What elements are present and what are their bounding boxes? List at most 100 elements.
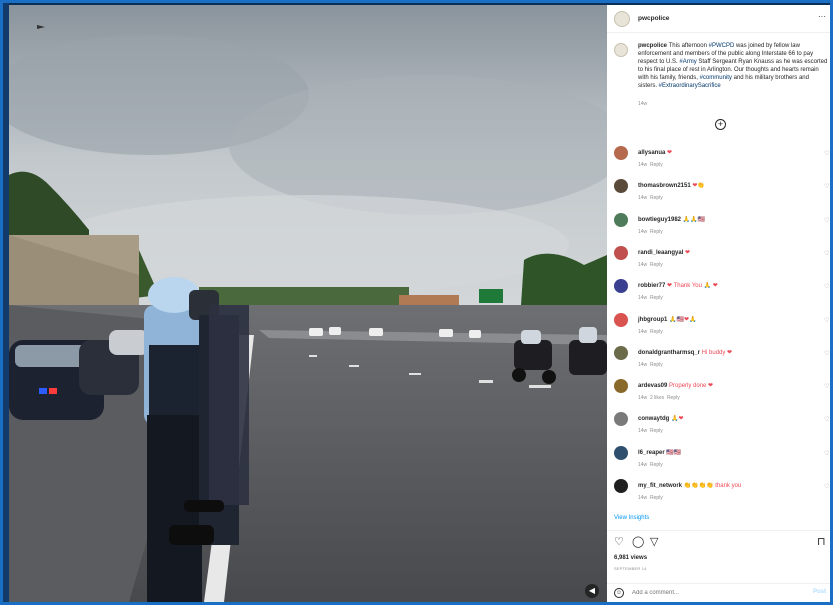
comment-timestamp: 14w: [638, 162, 648, 168]
comment-timestamp: 14w: [638, 395, 648, 402]
reply-button[interactable]: Reply: [650, 162, 663, 168]
caption-avatar[interactable]: [614, 43, 628, 57]
comment-line: donaldgrantharmsq_r Hi buddy ❤: [638, 349, 732, 356]
commenter-username[interactable]: ardevas09: [638, 383, 667, 389]
hashtag-link[interactable]: #PWCPD: [709, 43, 735, 49]
mute-toggle-button[interactable]: ◀: [585, 584, 599, 598]
commenter-username[interactable]: thomasbrown2151: [638, 183, 691, 189]
like-comment-heart-icon[interactable]: ♡: [824, 350, 829, 357]
view-count[interactable]: 6,981 views: [614, 555, 647, 561]
comment-meta: 14w Reply: [638, 195, 663, 201]
reply-button[interactable]: Reply: [667, 395, 680, 401]
profile-avatar[interactable]: [614, 11, 630, 27]
post-comment-button[interactable]: Post: [813, 589, 826, 595]
comment-text: Hi buddy ❤: [700, 349, 733, 356]
comment-meta: 14w Reply: [638, 428, 663, 434]
like-comment-heart-icon[interactable]: ♡: [824, 416, 829, 423]
commenter-avatar[interactable]: [614, 146, 628, 160]
comment-meta: 14w Reply: [638, 229, 663, 235]
commenter-username[interactable]: robbier77: [638, 283, 665, 289]
comment-meta: 14w Reply: [638, 462, 663, 468]
comment-meta: 14w Reply: [638, 495, 663, 501]
comment-line: my_fit_network 👏👏👏👏 thank you: [638, 482, 741, 489]
caption-username[interactable]: pwcpolice: [638, 43, 667, 49]
comment-text: 🇺🇸🇺🇸: [664, 449, 682, 456]
plus-circle-icon[interactable]: +: [715, 119, 726, 130]
reply-button[interactable]: Reply: [650, 229, 663, 235]
commenter-username[interactable]: my_fit_network: [638, 483, 682, 489]
header-username[interactable]: pwcpolice: [638, 15, 669, 22]
commenter-avatar[interactable]: [614, 445, 628, 460]
commenter-username[interactable]: donaldgrantharmsq_r: [638, 350, 700, 356]
reply-button[interactable]: Reply: [650, 195, 663, 201]
bookmark-icon[interactable]: ⊓: [817, 535, 826, 548]
commenter-username[interactable]: jhbgroup1: [638, 317, 667, 323]
like-comment-heart-icon[interactable]: ♡: [824, 217, 829, 224]
post-video[interactable]: [9, 5, 607, 602]
like-comment-heart-icon[interactable]: ♡: [824, 283, 829, 290]
commenter-avatar[interactable]: [614, 212, 628, 227]
comment-timestamp: 14w: [638, 295, 648, 302]
comment-line: ardevas09 Properly done ❤: [638, 382, 713, 389]
comment-text: 🙏❤: [669, 416, 684, 423]
reply-button[interactable]: Reply: [650, 495, 663, 501]
comment-icon[interactable]: ◯: [632, 535, 644, 548]
comment-item: my_fit_network 👏👏👏👏 thank you 14w Reply ♡: [607, 479, 830, 509]
emoji-icon[interactable]: ☺: [614, 588, 624, 598]
comment-meta: 14w Reply: [638, 162, 663, 168]
commenter-avatar[interactable]: [614, 179, 628, 194]
commenter-avatar[interactable]: [614, 379, 628, 394]
hashtag-link[interactable]: #community: [700, 75, 732, 81]
commenter-username[interactable]: bowtieguy1982: [638, 217, 681, 223]
send-icon[interactable]: ▽: [650, 535, 658, 548]
hashtag-link[interactable]: #Army: [679, 59, 696, 65]
comment-item: randi_leaangyal ❤ 14w Reply ♡: [607, 245, 830, 276]
reply-button[interactable]: Reply: [650, 462, 663, 468]
comment-item: conwaytdg 🙏❤ 14w Reply ♡: [607, 412, 830, 442]
comment-timestamp: 14w: [638, 495, 648, 501]
comment-item: robbier77 ❤ Thank You 🙏 ❤ 14w Reply ♡: [607, 279, 830, 309]
like-comment-heart-icon[interactable]: ♡: [824, 317, 829, 324]
heart-icon[interactable]: ♡: [614, 535, 624, 548]
comment-item: bowtieguy1982 🙏🙏🇺🇸 14w Reply ♡: [607, 212, 830, 243]
post-caption: pwcpolice This afternoon #PWCPD was join…: [638, 42, 828, 90]
commenter-avatar[interactable]: [614, 245, 628, 260]
commenter-avatar[interactable]: [614, 312, 628, 327]
commenter-username[interactable]: l6_reaper: [638, 450, 665, 456]
comment-text: 🙏🇺🇸❤🙏: [667, 316, 697, 323]
more-options-icon[interactable]: ···: [818, 12, 826, 21]
like-comment-heart-icon[interactable]: ♡: [824, 183, 829, 190]
commenter-username[interactable]: conwaytdg: [638, 416, 669, 422]
commenter-avatar[interactable]: [614, 345, 628, 360]
like-comment-heart-icon[interactable]: ♡: [824, 450, 829, 457]
action-bar: ♡ ◯ ▽ ⊓: [607, 530, 830, 550]
like-comment-heart-icon[interactable]: ♡: [824, 483, 829, 490]
reply-button[interactable]: Reply: [650, 362, 663, 368]
commenter-username[interactable]: randi_leaangyal: [638, 250, 683, 256]
post-header: pwcpolice ···: [607, 5, 830, 33]
comment-meta: 14w 2 likes Reply: [638, 395, 680, 401]
reply-button[interactable]: Reply: [650, 295, 663, 301]
comment-timestamp: 14w: [638, 228, 648, 235]
hashtag-link[interactable]: #ExtraordinarySacrifice: [659, 83, 721, 89]
view-insights-link[interactable]: View Insights: [614, 515, 649, 521]
commenter-avatar[interactable]: [614, 279, 628, 294]
comment-input[interactable]: [632, 587, 802, 599]
comment-timestamp: 14w: [638, 428, 648, 435]
post-date: SEPTEMBER 14: [614, 566, 647, 571]
commenter-username[interactable]: allysanua: [638, 150, 665, 156]
like-comment-heart-icon[interactable]: ♡: [824, 150, 829, 157]
comment-timestamp: 14w: [638, 461, 648, 468]
reply-button[interactable]: Reply: [650, 428, 663, 434]
reply-button[interactable]: Reply: [650, 329, 663, 335]
like-comment-heart-icon[interactable]: ♡: [824, 250, 829, 257]
like-comment-heart-icon[interactable]: ♡: [824, 383, 829, 390]
comment-text: 👏👏👏👏 thank you: [682, 483, 742, 489]
comment-meta: 14w Reply: [638, 329, 663, 335]
comment-meta: 14w Reply: [638, 295, 663, 301]
comment-likes[interactable]: 2 likes: [650, 395, 664, 401]
commenter-avatar[interactable]: [614, 479, 628, 493]
comments-panel: pwcpolice ··· pwcpolice This afternoon #…: [607, 5, 830, 602]
commenter-avatar[interactable]: [614, 412, 628, 427]
reply-button[interactable]: Reply: [650, 262, 663, 268]
